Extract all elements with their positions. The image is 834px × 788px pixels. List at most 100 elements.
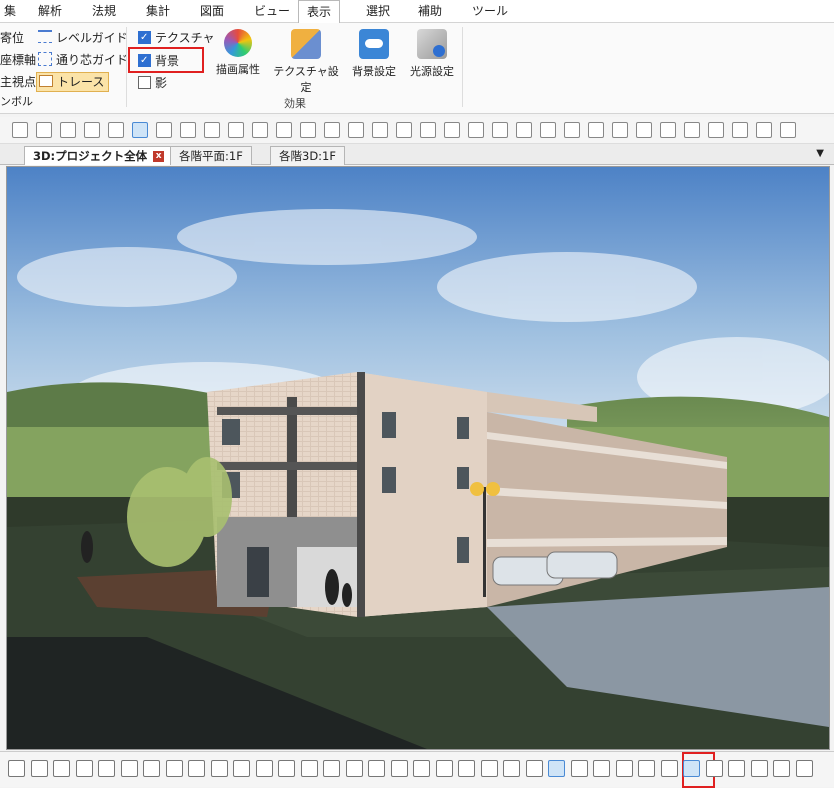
menu-item-view[interactable]: ビュー	[246, 0, 298, 22]
door-icon[interactable]	[156, 122, 172, 138]
eye-icon[interactable]	[368, 760, 385, 777]
zoom-icon[interactable]	[390, 760, 408, 777]
menu-item-assist[interactable]: 補助	[410, 0, 450, 22]
ribbon-item-axis[interactable]: 座標軸	[0, 51, 36, 69]
dimension-icon[interactable]	[564, 122, 580, 138]
orbit-icon[interactable]	[323, 760, 340, 777]
eye-icon[interactable]	[210, 760, 228, 777]
shadow-checkbox[interactable]: 影	[138, 74, 167, 92]
grid-guide-button[interactable]: 通り芯ガイド	[38, 51, 128, 69]
walk-icon[interactable]	[345, 760, 363, 777]
slab-icon[interactable]	[396, 122, 412, 138]
camera-icon[interactable]	[458, 760, 475, 777]
zoom-icon[interactable]	[705, 760, 723, 777]
stair-icon[interactable]	[204, 122, 220, 138]
camera-icon[interactable]	[143, 760, 160, 777]
eye-icon[interactable]	[53, 760, 70, 777]
wall-icon[interactable]	[324, 122, 340, 138]
orbit-icon[interactable]	[795, 760, 813, 777]
render-icon[interactable]	[435, 760, 453, 777]
column-icon[interactable]	[348, 122, 364, 138]
render-icon[interactable]	[593, 760, 610, 777]
roof-icon[interactable]	[420, 122, 436, 138]
render-icon[interactable]	[278, 760, 295, 777]
menu-item-tally[interactable]: 集計	[138, 0, 178, 22]
camera-icon[interactable]	[773, 760, 790, 777]
orbit-icon[interactable]	[480, 760, 498, 777]
view-tabs-bar: 3D:プロジェクト全体 x 各階平面:1F 各階3D:1F ▼	[0, 144, 834, 165]
menu-item-select[interactable]: 選択	[358, 0, 398, 22]
close-icon[interactable]: x	[153, 151, 165, 162]
tab-list-dropdown-icon[interactable]: ▼	[816, 148, 824, 159]
zoom-icon[interactable]	[75, 760, 93, 777]
ribbon-item-direction[interactable]: 寄位	[0, 29, 24, 47]
ribbon-item-mainview[interactable]: 主視点	[0, 73, 36, 91]
texture-checkbox[interactable]: テクスチャ	[138, 29, 215, 47]
menu-item-drawing[interactable]: 図面	[192, 0, 232, 22]
menu-item-display[interactable]: 表示	[298, 0, 341, 24]
menu-item-tools[interactable]: ツール	[464, 0, 516, 22]
window-icon[interactable]	[180, 122, 196, 138]
eye-icon[interactable]	[525, 760, 543, 777]
eye-icon[interactable]	[683, 760, 700, 777]
render-icon[interactable]	[750, 760, 768, 777]
stair-icon[interactable]	[492, 122, 508, 138]
wall-icon[interactable]	[36, 122, 52, 138]
tab-floor-plan-1f[interactable]: 各階平面:1F	[170, 146, 252, 165]
select-icon[interactable]	[12, 122, 28, 138]
slab-icon[interactable]	[684, 122, 700, 138]
pan-icon[interactable]	[570, 760, 588, 777]
render-icon[interactable]	[120, 760, 138, 777]
wall-icon[interactable]	[612, 122, 628, 138]
render-attributes-label: 描画属性	[216, 63, 260, 76]
text-icon[interactable]	[540, 122, 556, 138]
tab-3d-project[interactable]: 3D:プロジェクト全体 x	[24, 146, 174, 165]
walk-icon[interactable]	[660, 760, 678, 777]
select-icon[interactable]	[300, 122, 316, 138]
door-icon[interactable]	[732, 122, 748, 138]
menu-item-edit[interactable]: 集	[0, 0, 24, 22]
3d-viewport[interactable]	[6, 166, 830, 750]
light-settings-button[interactable]: 光源設定	[400, 29, 464, 79]
pan-icon[interactable]	[255, 760, 273, 777]
pan-icon[interactable]	[413, 760, 430, 777]
window-icon[interactable]	[756, 122, 772, 138]
column-icon[interactable]	[636, 122, 652, 138]
slab-icon[interactable]	[108, 122, 124, 138]
orbit-icon[interactable]	[165, 760, 183, 777]
beam-icon[interactable]	[84, 122, 100, 138]
roof-icon[interactable]	[708, 122, 724, 138]
room-icon[interactable]	[516, 122, 532, 138]
tab-floor-3d-1f[interactable]: 各階3D:1F	[270, 146, 345, 165]
zoom-icon[interactable]	[233, 760, 250, 777]
camera-icon[interactable]	[300, 760, 318, 777]
texture-settings-button[interactable]: テクスチャ設定	[268, 29, 344, 95]
orbit-icon[interactable]	[638, 760, 655, 777]
room-icon[interactable]	[228, 122, 244, 138]
column-icon[interactable]	[60, 122, 76, 138]
background-settings-button[interactable]: 背景設定	[342, 29, 406, 79]
walk-icon[interactable]	[503, 760, 520, 777]
walk-icon[interactable]	[30, 760, 48, 777]
beam-icon[interactable]	[372, 122, 388, 138]
text-icon[interactable]	[252, 122, 268, 138]
menu-item-analysis[interactable]: 解析	[30, 0, 70, 22]
pan-icon[interactable]	[98, 760, 115, 777]
zoom-icon[interactable]	[548, 760, 565, 777]
window-icon[interactable]	[468, 122, 484, 138]
orbit-icon[interactable]	[8, 760, 25, 777]
door-icon[interactable]	[444, 122, 460, 138]
trace-button[interactable]: トレース	[36, 72, 110, 92]
pan-icon[interactable]	[728, 760, 745, 777]
walk-icon[interactable]	[188, 760, 205, 777]
select-icon[interactable]	[588, 122, 604, 138]
render-attributes-button[interactable]: 描画属性	[206, 29, 270, 77]
stair-icon[interactable]	[780, 122, 796, 138]
texture-settings-label: テクスチャ設定	[273, 65, 339, 94]
camera-icon[interactable]	[615, 760, 633, 777]
level-guide-button[interactable]: レベルガイド	[38, 29, 128, 47]
dimension-icon[interactable]	[276, 122, 292, 138]
beam-icon[interactable]	[660, 122, 676, 138]
roof-icon[interactable]	[132, 122, 148, 138]
menu-item-regulation[interactable]: 法規	[84, 0, 124, 22]
